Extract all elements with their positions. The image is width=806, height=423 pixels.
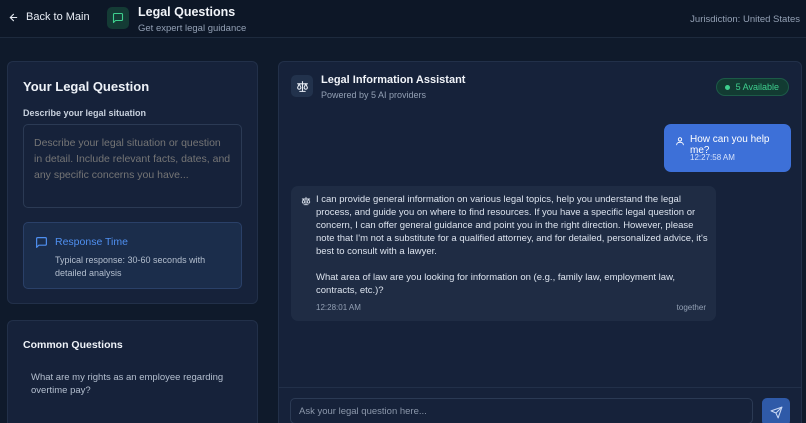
back-button[interactable]: Back to Main (8, 11, 90, 23)
common-questions-panel: Common Questions What are my rights as a… (7, 320, 258, 423)
page-subtitle: Get expert legal guidance (138, 23, 247, 34)
user-icon (676, 137, 684, 146)
scale-icon (296, 80, 308, 92)
top-bar: Back to Main Legal Questions Get expert … (0, 0, 806, 38)
chat-header: Legal Information Assistant Powered by 5… (279, 62, 801, 110)
assistant-message-text: I can provide general information on var… (316, 194, 708, 296)
legal-situation-textarea[interactable] (23, 124, 242, 208)
response-time-card: Response Time Typical response: 30-60 se… (23, 222, 242, 289)
send-button[interactable] (762, 398, 790, 423)
user-message: How can you help me? 12:27:58 AM (664, 124, 791, 172)
message-square-icon (36, 237, 47, 248)
common-question-item[interactable]: What are my rights as an employee regard… (31, 371, 241, 398)
common-questions-title: Common Questions (23, 339, 123, 351)
field-label: Describe your legal situation (23, 108, 147, 118)
assistant-message: I can provide general information on var… (291, 186, 716, 321)
assistant-message-time: 12:28:01 AM (316, 303, 361, 312)
assistant-message-provider: together (676, 303, 706, 312)
user-message-time: 12:27:58 AM (690, 153, 735, 162)
question-input[interactable] (290, 398, 753, 423)
availability-label: 5 Available (735, 82, 779, 92)
availability-badge: 5 Available (715, 78, 789, 96)
app-icon (107, 7, 129, 29)
scale-icon (301, 196, 311, 206)
jurisdiction-label: Jurisdiction: United States (690, 14, 800, 25)
page-title: Legal Questions (138, 5, 236, 19)
chat-input-area (279, 387, 801, 423)
assistant-subtitle: Powered by 5 AI providers (321, 90, 427, 100)
back-label: Back to Main (26, 11, 90, 23)
chat-panel: Legal Information Assistant Powered by 5… (278, 61, 802, 423)
assistant-name: Legal Information Assistant (321, 74, 466, 86)
status-dot-icon (724, 84, 730, 90)
message-square-icon (112, 12, 124, 24)
assistant-avatar (291, 75, 313, 97)
legal-question-panel: Your Legal Question Describe your legal … (7, 61, 258, 304)
response-time-title: Response Time (55, 236, 128, 248)
arrow-left-icon (9, 13, 18, 21)
send-icon (770, 406, 782, 418)
response-time-body: Typical response: 30-60 seconds with det… (55, 255, 206, 278)
panel-title: Your Legal Question (23, 79, 150, 94)
